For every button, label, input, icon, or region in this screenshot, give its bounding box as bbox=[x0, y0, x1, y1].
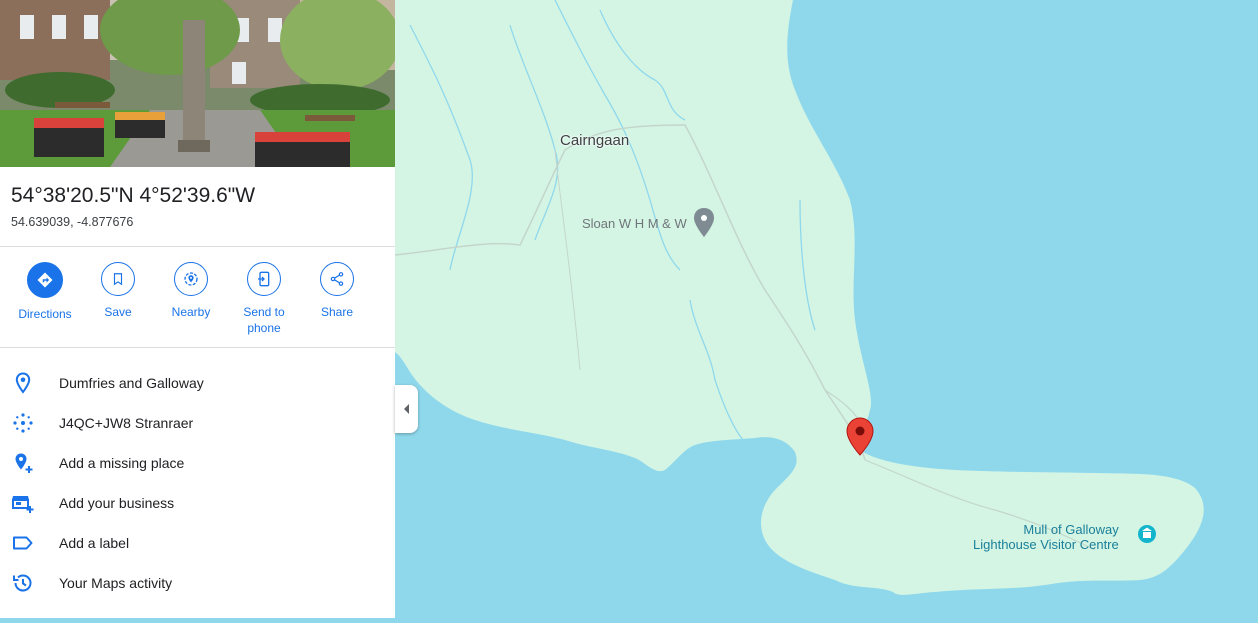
address-row[interactable]: Dumfries and Galloway bbox=[0, 363, 395, 403]
map-label-business[interactable]: Sloan W H M & W bbox=[582, 216, 687, 231]
bookmark-icon bbox=[101, 262, 135, 296]
chevron-left-icon bbox=[404, 404, 409, 414]
maps-activity-row[interactable]: Your Maps activity bbox=[0, 563, 395, 603]
add-missing-place-text: Add a missing place bbox=[59, 455, 185, 471]
collapse-panel-button[interactable] bbox=[395, 385, 418, 433]
add-business-text: Add your business bbox=[59, 495, 175, 511]
add-place-icon bbox=[0, 451, 59, 475]
save-label: Save bbox=[104, 305, 132, 319]
place-photo[interactable] bbox=[0, 0, 395, 167]
map-label-poi[interactable]: Mull of Galloway Lighthouse Visitor Cent… bbox=[973, 522, 1119, 552]
share-label: Share bbox=[320, 305, 354, 319]
share-button[interactable]: Share bbox=[301, 262, 373, 320]
label-icon bbox=[0, 531, 59, 555]
map-label-poi-line2: Lighthouse Visitor Centre bbox=[973, 537, 1119, 552]
add-business-row[interactable]: Add your business bbox=[0, 483, 395, 523]
directions-label: Directions bbox=[18, 307, 72, 321]
plus-code-row[interactable]: J4QC+JW8 Stranraer bbox=[0, 403, 395, 443]
send-to-phone-button[interactable]: Send to phone bbox=[228, 262, 300, 336]
add-label-row[interactable]: Add a label bbox=[0, 523, 395, 563]
place-panel: 54°38'20.5"N 4°52'39.6"W 54.639039, -4.8… bbox=[0, 0, 395, 618]
send-to-phone-icon bbox=[247, 262, 281, 296]
send-to-phone-label: Send to phone bbox=[243, 305, 285, 335]
location-pin-icon bbox=[0, 371, 59, 395]
save-button[interactable]: Save bbox=[82, 262, 154, 320]
add-missing-place-row[interactable]: Add a missing place bbox=[0, 443, 395, 483]
maps-activity-text: Your Maps activity bbox=[59, 575, 173, 591]
nearby-label: Nearby bbox=[171, 305, 211, 319]
divider bbox=[0, 246, 395, 247]
plus-code-icon bbox=[0, 411, 59, 435]
nearby-icon bbox=[174, 262, 208, 296]
decimal-coordinates[interactable]: 54.639039, -4.877676 bbox=[11, 215, 133, 229]
directions-button[interactable]: Directions bbox=[9, 262, 81, 322]
map-svg[interactable] bbox=[394, 0, 1258, 618]
history-icon bbox=[0, 571, 59, 595]
museum-poi-icon[interactable] bbox=[1138, 525, 1156, 543]
map-label-town[interactable]: Cairngaan bbox=[560, 132, 629, 149]
directions-icon bbox=[27, 262, 63, 298]
share-icon bbox=[320, 262, 354, 296]
divider bbox=[0, 347, 395, 348]
add-label-text: Add a label bbox=[59, 535, 130, 551]
map-canvas[interactable]: Cairngaan Sloan W H M & W Mull of Gallow… bbox=[394, 0, 1258, 618]
add-business-icon bbox=[0, 491, 59, 515]
plus-code-text: J4QC+JW8 Stranraer bbox=[59, 415, 194, 431]
map-label-poi-line1: Mull of Galloway bbox=[1023, 522, 1119, 537]
address-text: Dumfries and Galloway bbox=[59, 375, 204, 391]
nearby-button[interactable]: Nearby bbox=[155, 262, 227, 320]
coordinates-title: 54°38'20.5"N 4°52'39.6"W bbox=[11, 184, 256, 207]
